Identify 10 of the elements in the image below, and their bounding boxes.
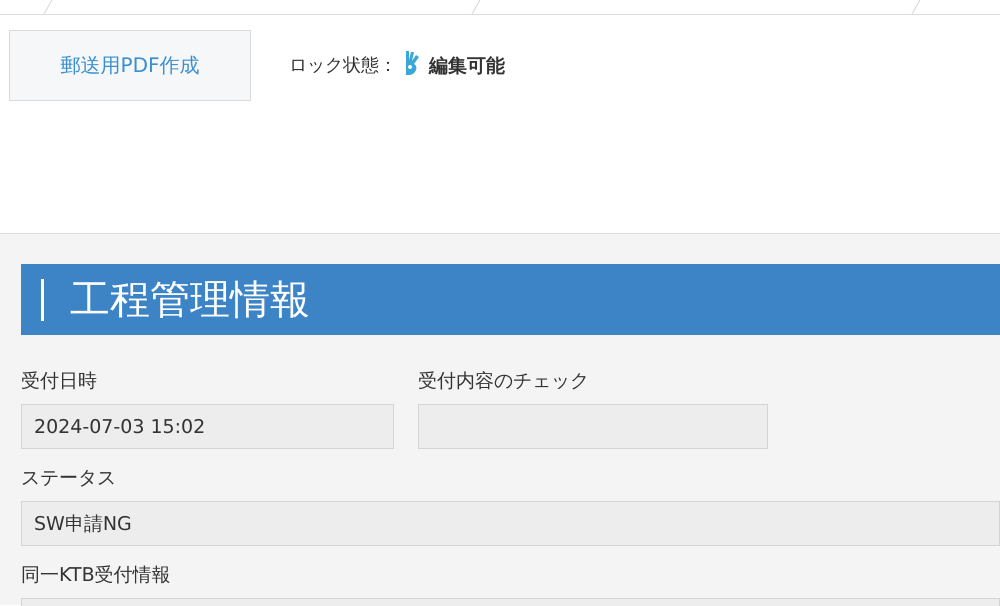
field-label: 同一KTB受付情報 xyxy=(21,563,172,587)
input-field[interactable]: 2024-07-03 15:02 xyxy=(21,404,394,449)
section-title: 工程管理情報 xyxy=(70,276,310,325)
input-field[interactable] xyxy=(418,404,768,449)
field-label: 受付内容のチェック xyxy=(418,369,590,393)
lock-label: ロック状態： xyxy=(289,54,397,77)
lock-status: 編集可能 xyxy=(429,54,505,79)
field-label: ステータス xyxy=(21,466,117,490)
field-label: 受付日時 xyxy=(21,369,98,393)
input-field[interactable]: SW申請NG xyxy=(21,501,1000,546)
